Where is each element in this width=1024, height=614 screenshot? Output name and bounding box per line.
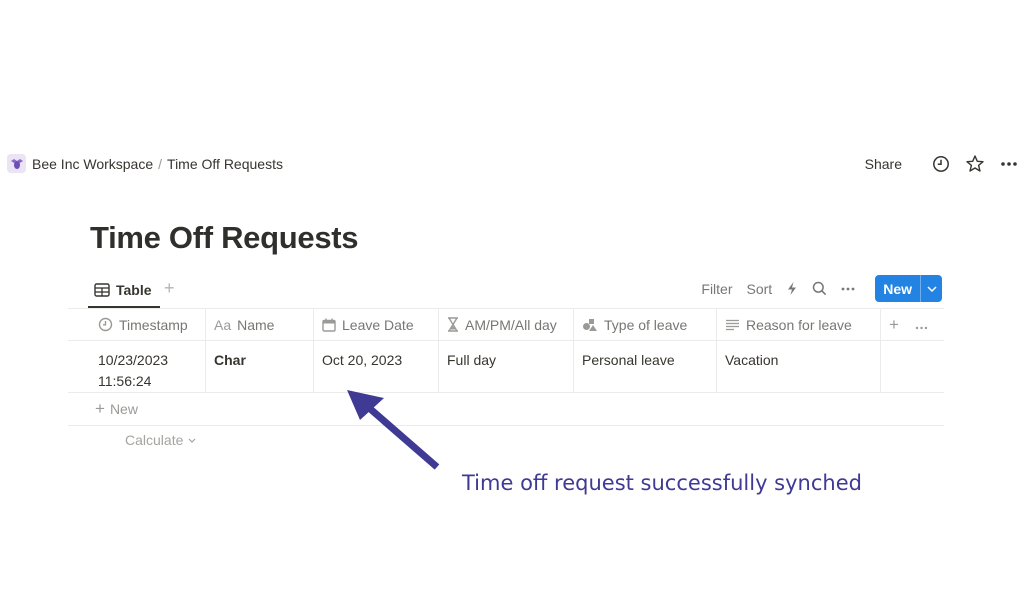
column-label: Leave Date <box>342 316 414 333</box>
view-actions: Filter Sort New <box>687 275 942 302</box>
column-header-name[interactable]: Aa Name <box>206 309 314 340</box>
timestamp-time: 11:56:24 <box>98 373 152 389</box>
column-header-timestamp[interactable]: Timestamp <box>68 309 206 340</box>
bee-logo-icon[interactable] <box>7 154 26 173</box>
plus-icon: + <box>95 399 105 418</box>
view-bar: Table + Filter Sort New <box>88 275 944 308</box>
chevron-down-icon[interactable] <box>920 275 942 302</box>
page-title: Time Off Requests <box>90 220 359 255</box>
calendar-icon <box>322 318 336 332</box>
column-header-am-pm[interactable]: AM/PM/All day <box>439 309 574 340</box>
column-label: Timestamp <box>119 316 188 333</box>
breadcrumb: Bee Inc Workspace / Time Off Requests <box>7 154 283 173</box>
tab-table[interactable]: Table <box>88 276 158 304</box>
clock-history-icon[interactable] <box>930 153 952 175</box>
star-icon[interactable] <box>964 153 986 175</box>
top-bar: Bee Inc Workspace / Time Off Requests Sh… <box>0 150 1024 178</box>
new-button-group: New <box>875 275 942 302</box>
cell-name[interactable]: Char <box>206 341 314 392</box>
automation-lightning-icon[interactable] <box>786 281 798 296</box>
cell-am-pm[interactable]: Full day <box>439 341 574 392</box>
cell-empty <box>881 341 944 392</box>
lines-icon <box>725 319 740 331</box>
breadcrumb-page[interactable]: Time Off Requests <box>167 156 283 172</box>
add-new-row-button[interactable]: + New <box>68 393 944 426</box>
text-aa-icon: Aa <box>214 316 232 333</box>
table-icon <box>94 283 110 297</box>
column-label: Reason for leave <box>746 316 852 333</box>
column-header-leave-date[interactable]: Leave Date <box>314 309 439 340</box>
calculate-button[interactable]: Calculate <box>125 432 196 448</box>
table-header-row: Timestamp Aa Name Leave Date AM/PM/All d… <box>68 308 944 341</box>
cell-type-of-leave[interactable]: Personal leave <box>574 341 717 392</box>
add-view-button[interactable]: + <box>164 278 175 299</box>
more-options-icon[interactable] <box>841 287 855 291</box>
clock-icon <box>98 317 113 332</box>
annotation-text: Time off request successfully synched <box>462 471 862 495</box>
calculate-label: Calculate <box>125 432 184 448</box>
new-button[interactable]: New <box>875 275 920 302</box>
table-row[interactable]: 10/23/2023 11:56:24 Char Oct 20, 2023 Fu… <box>68 341 944 393</box>
hourglass-icon <box>447 317 459 332</box>
shapes-icon <box>582 318 598 332</box>
column-header-actions: + <box>881 309 944 340</box>
tab-table-label: Table <box>116 282 152 298</box>
filter-button[interactable]: Filter <box>701 281 732 297</box>
share-button[interactable]: Share <box>865 156 902 172</box>
more-horizontal-icon[interactable] <box>998 153 1020 175</box>
top-actions: Share <box>865 153 1020 175</box>
column-label: Name <box>237 316 275 333</box>
add-property-button[interactable]: + <box>889 315 899 335</box>
timestamp-date: 10/23/2023 <box>98 352 169 368</box>
breadcrumb-workspace[interactable]: Bee Inc Workspace <box>32 156 153 172</box>
cell-timestamp[interactable]: 10/23/2023 11:56:24 <box>68 341 206 392</box>
new-row-label: New <box>109 401 138 417</box>
search-icon[interactable] <box>812 281 827 296</box>
column-header-reason[interactable]: Reason for leave <box>717 309 881 340</box>
sort-button[interactable]: Sort <box>747 281 773 297</box>
database-table: Timestamp Aa Name Leave Date AM/PM/All d… <box>68 308 944 426</box>
cell-reason[interactable]: Vacation <box>717 341 881 392</box>
column-label: Type of leave <box>604 316 688 333</box>
column-label: AM/PM/All day <box>465 316 557 333</box>
chevron-down-icon <box>188 438 196 443</box>
column-header-type-of-leave[interactable]: Type of leave <box>574 309 717 340</box>
breadcrumb-separator: / <box>158 155 163 172</box>
column-more-icon[interactable] <box>915 317 928 333</box>
cell-leave-date[interactable]: Oct 20, 2023 <box>314 341 439 392</box>
